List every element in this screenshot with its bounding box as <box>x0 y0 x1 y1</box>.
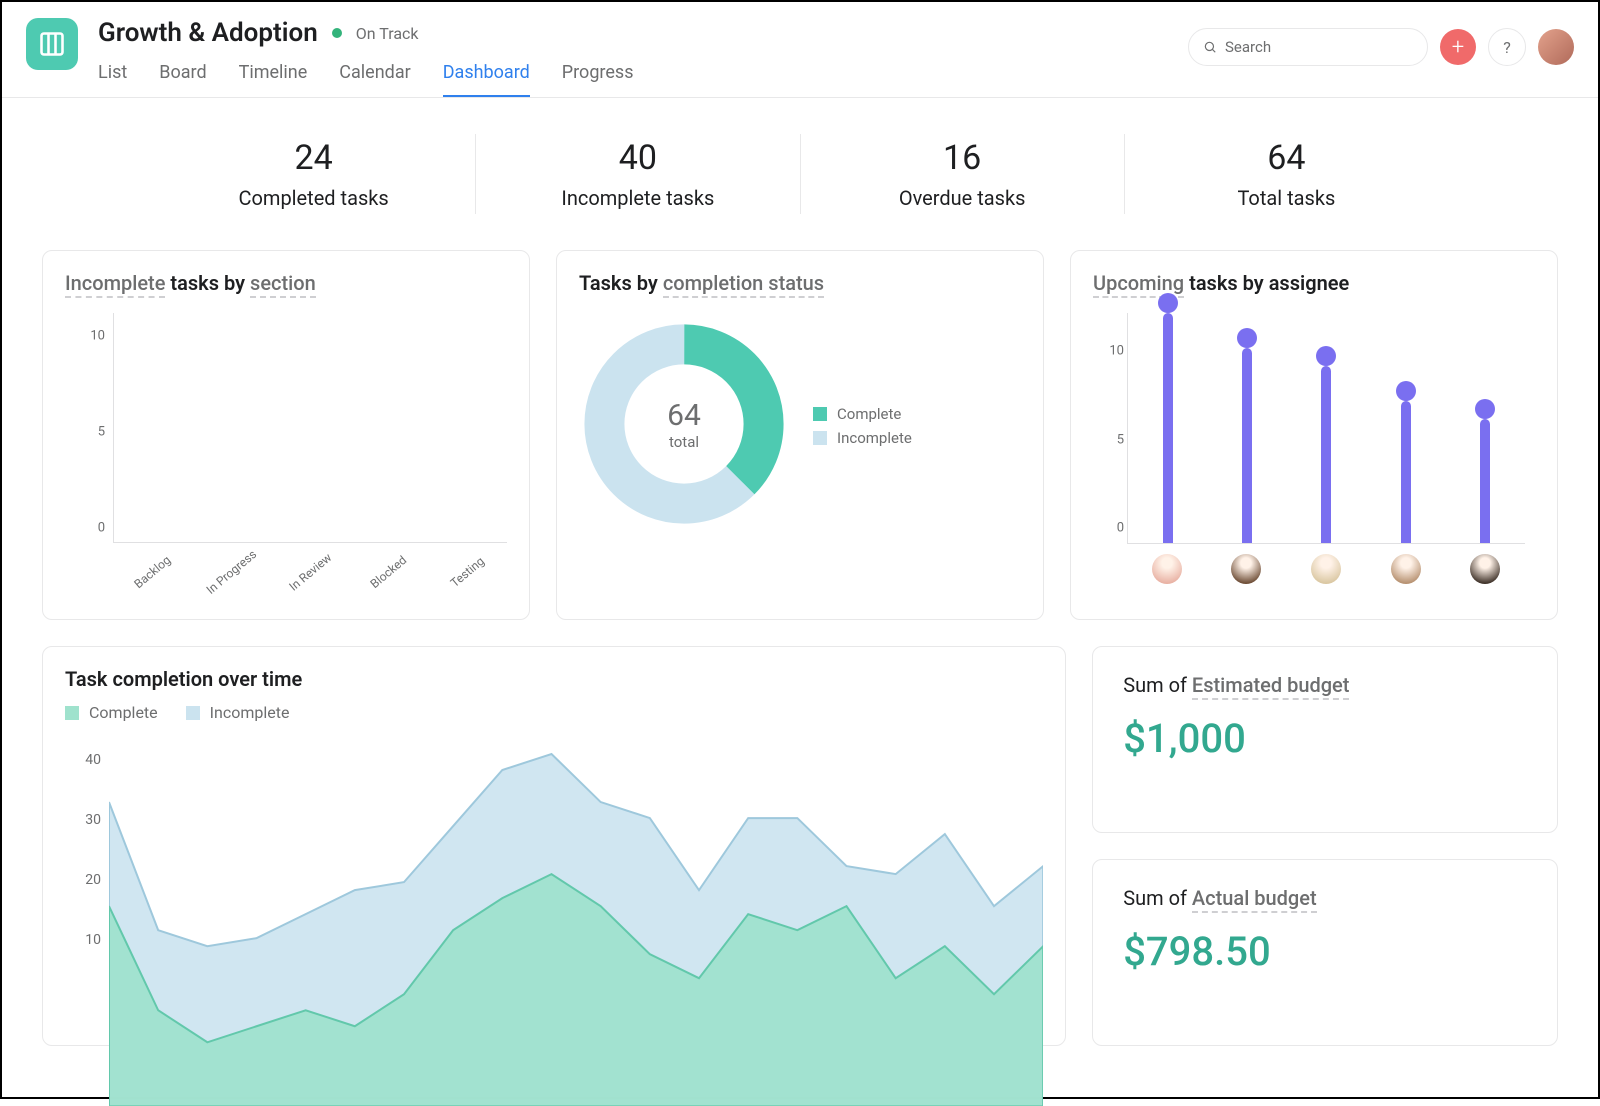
chart-card-tasks-by-section[interactable]: Incomplete tasks by section 0510 Backlog… <box>42 250 530 620</box>
stat-label: Completed tasks <box>162 186 465 210</box>
stat-card[interactable]: 16 Overdue tasks <box>800 134 1124 214</box>
donut-legend: Complete Incomplete <box>813 399 912 453</box>
project-icon <box>26 18 78 70</box>
stat-value: 64 <box>1135 138 1438 178</box>
donut-total-label: total <box>669 433 699 451</box>
bar-label: In Review <box>275 541 344 602</box>
tab-timeline[interactable]: Timeline <box>239 56 308 97</box>
stat-label: Total tasks <box>1135 186 1438 210</box>
lollipop-bar <box>1242 348 1252 543</box>
lollipop-chart: 0510 <box>1127 313 1525 544</box>
chart-card-completion-over-time[interactable]: Task completion over time Complete Incom… <box>42 646 1066 1046</box>
chart-card-tasks-by-assignee[interactable]: Upcoming tasks by assignee 0510 <box>1070 250 1558 620</box>
budget-card-actual[interactable]: Sum of Actual budget $798.50 <box>1092 859 1558 1046</box>
status-dot-icon <box>332 28 342 38</box>
stat-card[interactable]: 24 Completed tasks <box>152 134 475 214</box>
donut-chart: 64 total <box>579 319 789 533</box>
project-status[interactable]: On Track <box>356 24 419 43</box>
legend-swatch-complete <box>65 706 79 720</box>
assignee-avatar[interactable] <box>1311 554 1341 584</box>
bar-label: Testing <box>433 541 502 602</box>
summary-stats: 24 Completed tasks 40 Incomplete tasks 16 Ove… <box>152 134 1448 214</box>
stat-card[interactable]: 64 Total tasks <box>1124 134 1448 214</box>
view-tabs: List Board Timeline Calendar Dashboard Progre… <box>98 56 1188 97</box>
search-input[interactable]: Search <box>1188 28 1428 66</box>
lollipop-head <box>1475 399 1495 419</box>
lollipop-head <box>1396 381 1416 401</box>
dashboard-content: 24 Completed tasks 40 Incomplete tasks 16 Ove… <box>2 98 1598 1074</box>
legend-swatch-incomplete <box>186 706 200 720</box>
bar-chart: 0510 <box>85 313 507 543</box>
legend-swatch-complete <box>813 407 827 421</box>
lollipop-bar <box>1321 366 1331 543</box>
donut-total-value: 64 <box>667 398 701 433</box>
project-title[interactable]: Growth & Adoption <box>98 18 318 48</box>
field-estimated-budget[interactable]: Estimated budget <box>1192 673 1350 700</box>
card-title: Tasks by completion status <box>579 271 1021 295</box>
stat-label: Incomplete tasks <box>486 186 789 210</box>
assignee-avatar[interactable] <box>1152 554 1182 584</box>
stat-value: 40 <box>486 138 789 178</box>
assignee-avatar[interactable] <box>1470 554 1500 584</box>
tab-progress[interactable]: Progress <box>562 56 634 97</box>
help-button[interactable]: ? <box>1488 28 1526 66</box>
plus-icon: + <box>1452 35 1464 60</box>
app-header: Growth & Adoption On Track List Board Time… <box>2 2 1598 98</box>
chart-card-completion-status[interactable]: Tasks by completion status 64 total Comp… <box>556 250 1044 620</box>
tab-list[interactable]: List <box>98 56 127 97</box>
field-actual-budget[interactable]: Actual budget <box>1192 886 1317 913</box>
card-title: Incomplete tasks by section <box>65 271 507 295</box>
lollipop-head <box>1237 328 1257 348</box>
budget-value-estimated: $1,000 <box>1123 715 1527 762</box>
tab-calendar[interactable]: Calendar <box>339 56 410 97</box>
filter-completion[interactable]: completion status <box>663 271 824 298</box>
add-button[interactable]: + <box>1440 29 1476 65</box>
stat-label: Overdue tasks <box>811 186 1114 210</box>
budget-title: Sum of Actual budget <box>1123 886 1527 910</box>
filter-status[interactable]: Incomplete <box>65 271 165 298</box>
bar-label: In Progress <box>197 541 266 602</box>
area-chart: 10203040 <box>65 746 1043 1016</box>
stat-value: 24 <box>162 138 465 178</box>
tab-board[interactable]: Board <box>159 56 206 97</box>
assignee-avatar[interactable] <box>1231 554 1261 584</box>
lollipop-bar <box>1401 401 1411 543</box>
lollipop-head <box>1316 346 1336 366</box>
budget-title: Sum of Estimated budget <box>1123 673 1527 697</box>
card-title: Task completion over time <box>65 667 1043 691</box>
bar-label: Backlog <box>118 541 187 602</box>
user-avatar[interactable] <box>1538 29 1574 65</box>
stat-value: 16 <box>811 138 1114 178</box>
legend-swatch-incomplete <box>813 431 827 445</box>
search-placeholder: Search <box>1225 38 1271 56</box>
tab-dashboard[interactable]: Dashboard <box>443 56 530 97</box>
lollipop-bar <box>1163 313 1173 543</box>
help-icon: ? <box>1503 38 1511 57</box>
budget-card-estimated[interactable]: Sum of Estimated budget $1,000 <box>1092 646 1558 833</box>
stat-card[interactable]: 40 Incomplete tasks <box>475 134 799 214</box>
lollipop-bar <box>1480 419 1490 543</box>
bar-label: Blocked <box>354 541 423 602</box>
card-title: Upcoming tasks by assignee <box>1093 271 1535 295</box>
budget-value-actual: $798.50 <box>1123 928 1527 975</box>
assignee-avatar[interactable] <box>1391 554 1421 584</box>
lollipop-head <box>1158 293 1178 313</box>
filter-group[interactable]: section <box>250 271 316 298</box>
area-legend: Complete Incomplete <box>65 697 1043 728</box>
